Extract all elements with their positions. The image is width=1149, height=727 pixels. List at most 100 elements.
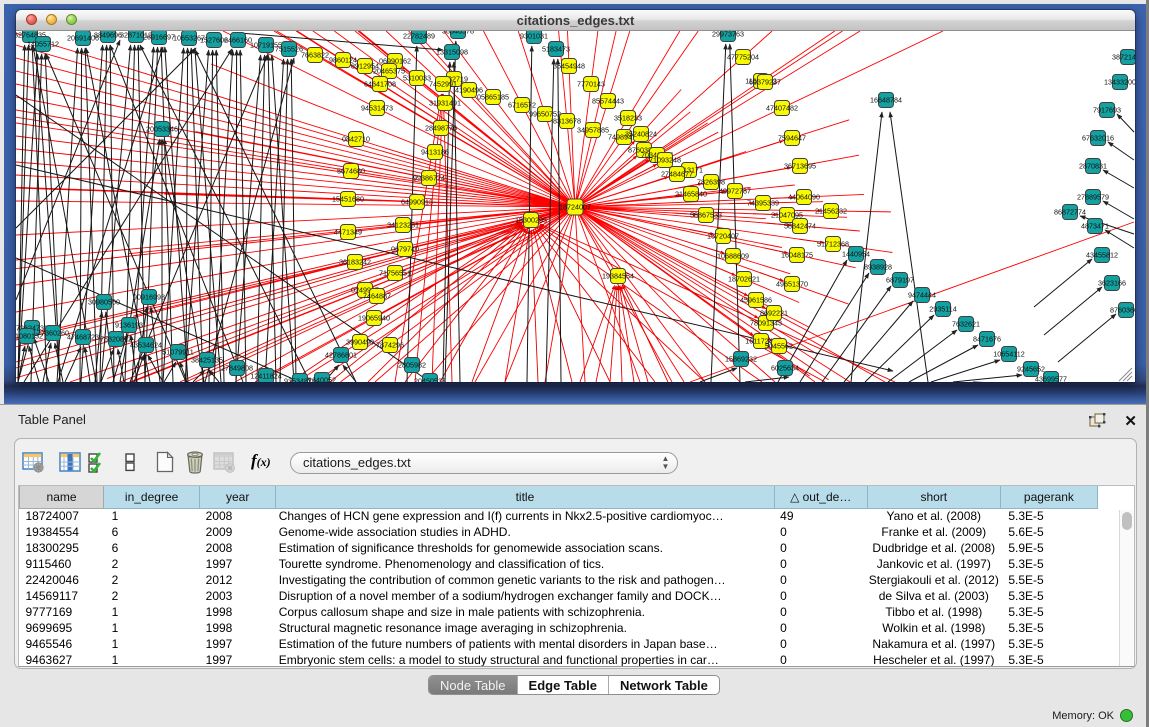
svg-text:21465840: 21465840 bbox=[675, 189, 707, 198]
svg-text:5183473: 5183473 bbox=[542, 44, 570, 53]
svg-text:35240824: 35240824 bbox=[625, 129, 657, 138]
svg-text:18300295: 18300295 bbox=[515, 215, 547, 224]
svg-text:13315098: 13315098 bbox=[436, 47, 468, 56]
svg-text:49972787: 49972787 bbox=[719, 186, 751, 195]
svg-text:20450533: 20450533 bbox=[414, 376, 446, 382]
svg-text:5045562: 5045562 bbox=[765, 341, 793, 350]
svg-text:27849808: 27849808 bbox=[221, 363, 253, 372]
svg-text:8313678: 8313678 bbox=[553, 116, 581, 125]
svg-text:10654112: 10654112 bbox=[993, 349, 1024, 358]
svg-text:9245652: 9245652 bbox=[1017, 364, 1045, 373]
svg-text:58867533: 58867533 bbox=[690, 210, 722, 219]
svg-text:22782489: 22782489 bbox=[403, 31, 435, 40]
svg-text:20053346: 20053346 bbox=[146, 124, 178, 133]
svg-text:47407482: 47407482 bbox=[766, 103, 798, 112]
svg-text:3518233: 3518233 bbox=[614, 113, 642, 122]
svg-text:7464887: 7464887 bbox=[363, 291, 391, 300]
svg-text:45961586: 45961586 bbox=[740, 295, 772, 304]
svg-text:38346578: 38346578 bbox=[442, 31, 474, 35]
svg-text:8849696: 8849696 bbox=[94, 31, 122, 39]
svg-text:7874296: 7874296 bbox=[376, 340, 404, 349]
svg-text:7632621: 7632621 bbox=[952, 319, 980, 328]
svg-text:14055712: 14055712 bbox=[27, 39, 59, 48]
svg-text:71756551: 71756551 bbox=[379, 268, 411, 277]
svg-text:16648784: 16648784 bbox=[870, 95, 902, 104]
svg-text:7594647: 7594647 bbox=[778, 133, 806, 142]
svg-text:51079911: 51079911 bbox=[162, 347, 193, 356]
svg-text:26916697: 26916697 bbox=[143, 32, 175, 41]
svg-text:10688609: 10688609 bbox=[717, 251, 749, 260]
svg-text:12411824: 12411824 bbox=[250, 371, 281, 380]
svg-text:38721489: 38721489 bbox=[1112, 52, 1135, 61]
svg-text:19065940: 19065940 bbox=[358, 313, 390, 322]
svg-text:87603669: 87603669 bbox=[1110, 305, 1135, 314]
svg-text:77360260: 77360260 bbox=[37, 328, 69, 337]
svg-text:36713695: 36713695 bbox=[784, 161, 816, 170]
svg-text:74395339: 74395339 bbox=[747, 198, 779, 207]
svg-text:90916998: 90916998 bbox=[133, 292, 165, 301]
svg-text:15451680: 15451680 bbox=[332, 194, 364, 203]
svg-text:36183242: 36183242 bbox=[339, 257, 371, 266]
svg-text:4471349: 4471349 bbox=[334, 227, 362, 236]
svg-text:71093248: 71093248 bbox=[649, 155, 681, 164]
svg-text:9136193: 9136193 bbox=[115, 320, 143, 329]
svg-text:6879197: 6879197 bbox=[886, 275, 914, 284]
svg-text:3623166: 3623166 bbox=[1098, 278, 1126, 287]
svg-text:6025634: 6025634 bbox=[771, 363, 799, 372]
svg-text:43699577: 43699577 bbox=[1035, 374, 1067, 382]
svg-text:47468723: 47468723 bbox=[67, 332, 99, 341]
svg-text:2805982: 2805982 bbox=[398, 360, 426, 369]
svg-text:0842710: 0842710 bbox=[342, 134, 370, 143]
svg-text:44064090: 44064090 bbox=[788, 192, 820, 201]
svg-text:2935114: 2935114 bbox=[929, 304, 956, 313]
svg-text:7515526: 7515526 bbox=[275, 44, 303, 53]
svg-text:16048175: 16048175 bbox=[781, 250, 813, 259]
svg-text:7663822: 7663822 bbox=[301, 50, 329, 59]
svg-text:7452991: 7452991 bbox=[429, 79, 457, 88]
svg-text:1640052: 1640052 bbox=[308, 375, 336, 382]
svg-text:15720407: 15720407 bbox=[707, 231, 739, 240]
svg-text:18702621: 18702621 bbox=[728, 274, 760, 283]
svg-text:7770143: 7770143 bbox=[577, 79, 605, 88]
svg-text:5674680: 5674680 bbox=[337, 166, 365, 175]
svg-text:27484677: 27484677 bbox=[661, 169, 693, 178]
svg-text:78820812: 78820812 bbox=[100, 334, 132, 343]
svg-text:8471676: 8471676 bbox=[973, 334, 1001, 343]
svg-text:64641708: 64641708 bbox=[364, 79, 396, 88]
svg-text:85574443: 85574443 bbox=[592, 96, 624, 105]
svg-text:27889579: 27889579 bbox=[1077, 192, 1109, 201]
svg-text:21456232: 21456232 bbox=[815, 206, 847, 215]
svg-text:69379237: 69379237 bbox=[749, 77, 781, 86]
svg-text:9474444: 9474444 bbox=[908, 290, 936, 299]
svg-text:6466160: 6466160 bbox=[224, 35, 252, 44]
svg-text:43534624: 43534624 bbox=[130, 340, 162, 349]
svg-text:8938928: 8938928 bbox=[864, 262, 892, 271]
svg-text:28498776: 28498776 bbox=[425, 123, 457, 132]
svg-text:1440954: 1440954 bbox=[842, 249, 870, 258]
svg-text:58842474: 58842474 bbox=[784, 221, 816, 230]
svg-text:94531473: 94531473 bbox=[361, 103, 393, 112]
svg-text:19384554: 19384554 bbox=[602, 271, 634, 280]
svg-text:43455812: 43455812 bbox=[1086, 250, 1118, 259]
svg-text:20465375: 20465375 bbox=[373, 66, 405, 75]
svg-text:8692221: 8692221 bbox=[760, 308, 788, 317]
svg-text:34123281: 34123281 bbox=[387, 220, 419, 229]
svg-text:34957885: 34957885 bbox=[577, 125, 609, 134]
svg-text:7826398: 7826398 bbox=[697, 177, 725, 186]
svg-text:2870831: 2870831 bbox=[1079, 161, 1107, 170]
svg-text:05865185: 05865185 bbox=[477, 92, 509, 101]
svg-text:13433200: 13433200 bbox=[1104, 77, 1135, 86]
svg-text:3990490: 3990490 bbox=[346, 337, 374, 346]
svg-text:5310033: 5310033 bbox=[403, 73, 431, 82]
svg-text:0679740: 0679740 bbox=[391, 244, 419, 253]
svg-text:9301031: 9301031 bbox=[520, 31, 548, 40]
svg-text:7917693: 7917693 bbox=[1093, 105, 1121, 114]
svg-text:15869232: 15869232 bbox=[725, 354, 757, 363]
svg-text:49651370: 49651370 bbox=[776, 279, 808, 288]
svg-text:42786801: 42786801 bbox=[325, 350, 357, 359]
svg-text:51712368: 51712368 bbox=[817, 239, 849, 248]
svg-text:18724007: 18724007 bbox=[559, 202, 591, 211]
svg-text:67632016: 67632016 bbox=[1082, 133, 1114, 142]
svg-text:35454948: 35454948 bbox=[553, 61, 585, 70]
svg-text:47775204: 47775204 bbox=[727, 52, 759, 61]
